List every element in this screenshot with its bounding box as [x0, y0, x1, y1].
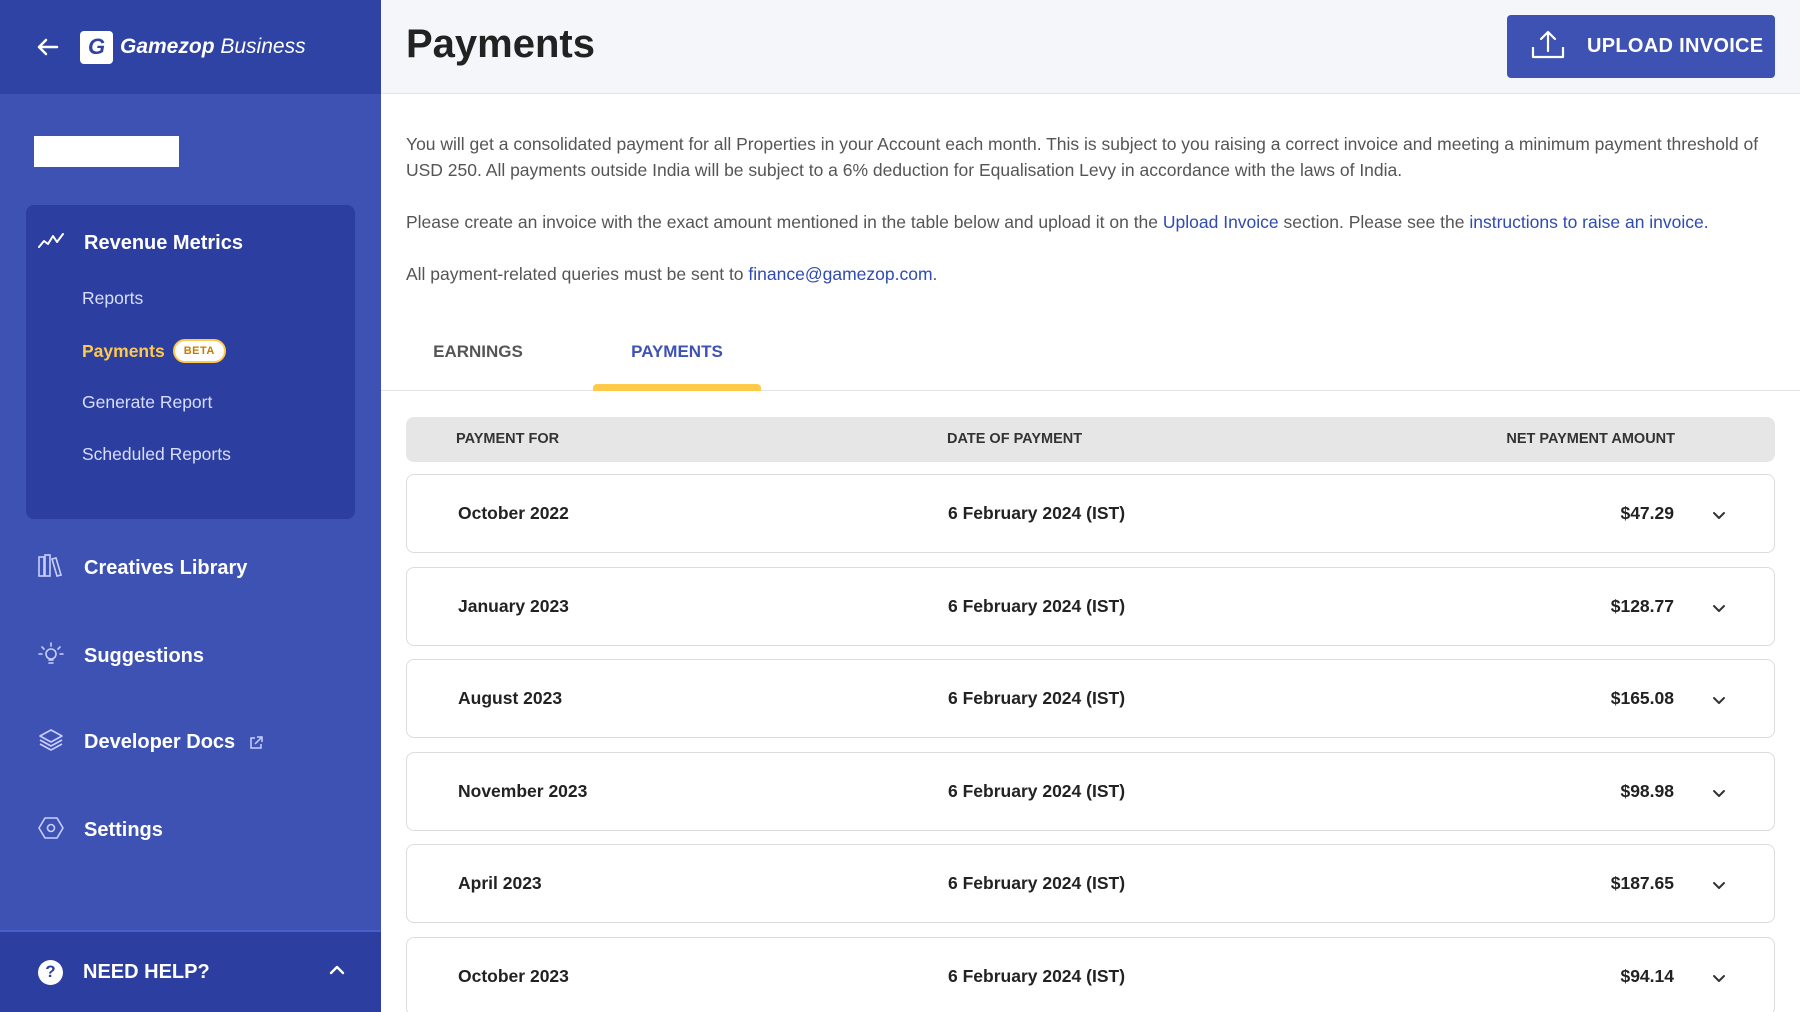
table-row[interactable]: August 2023 6 February 2024 (IST) $165.0…	[406, 659, 1775, 738]
column-header-payment-for: PAYMENT FOR	[456, 431, 560, 447]
sidebar-item-settings[interactable]: Settings	[38, 816, 163, 845]
payment-for-cell: January 2023	[458, 596, 569, 616]
table-header: PAYMENT FOR DATE OF PAYMENT NET PAYMENT …	[406, 417, 1775, 462]
info-text: All payment-related queries must be sent…	[406, 264, 749, 284]
help-icon: ?	[38, 959, 63, 985]
table-row[interactable]: November 2023 6 February 2024 (IST) $98.…	[406, 752, 1775, 831]
sidebar-item-label: Creatives Library	[84, 557, 248, 579]
sidebar-item-generate-report[interactable]: Generate Report	[82, 392, 212, 413]
sidebar-item-label: Scheduled Reports	[82, 444, 231, 464]
payment-amount-cell: $187.65	[1610, 873, 1674, 893]
payment-date-cell: 6 February 2024 (IST)	[948, 503, 1126, 523]
upload-invoice-link[interactable]: Upload Invoice	[1163, 212, 1279, 232]
logo-icon: G	[80, 30, 113, 64]
layers-icon	[38, 728, 64, 757]
payment-amount-cell: $165.08	[1610, 688, 1674, 708]
revenue-metrics-group: Revenue Metrics Reports Payments BETA Ge…	[26, 205, 355, 519]
account-name-placeholder[interactable]	[34, 136, 179, 167]
books-icon	[38, 554, 64, 583]
payment-date-cell: 6 February 2024 (IST)	[948, 781, 1126, 801]
payment-amount-cell: $47.29	[1620, 503, 1674, 523]
beta-badge: BETA	[172, 339, 226, 363]
chevron-up-icon[interactable]	[329, 962, 345, 980]
payment-date-cell: 6 February 2024 (IST)	[948, 966, 1126, 986]
info-text: Please create an invoice with the exact …	[406, 212, 1163, 232]
payment-amount-cell: $128.77	[1610, 596, 1674, 616]
upload-invoice-button[interactable]: UPLOAD INVOICE	[1507, 15, 1775, 78]
sidebar-item-label: Suggestions	[84, 645, 205, 667]
tab-payments[interactable]: PAYMENTS	[593, 342, 761, 362]
tab-earnings[interactable]: EARNINGS	[406, 342, 550, 362]
chevron-down-icon[interactable]	[1712, 877, 1726, 895]
sidebar-item-payments[interactable]: Payments BETA	[82, 339, 226, 363]
payment-date-cell: 6 February 2024 (IST)	[948, 873, 1126, 893]
payment-info: You will get a consolidated payment for …	[406, 131, 1786, 313]
chevron-down-icon[interactable]	[1712, 970, 1726, 988]
sidebar-item-label: Developer Docs	[84, 731, 236, 753]
back-arrow-icon[interactable]	[36, 35, 60, 59]
external-link-icon	[249, 735, 263, 750]
sidebar-item-label: Payments	[82, 340, 165, 361]
payment-date-cell: 6 February 2024 (IST)	[948, 688, 1126, 708]
payment-amount-cell: $98.98	[1620, 781, 1674, 801]
upload-icon	[1531, 29, 1565, 64]
page-header: Payments UPLOAD INVOICE	[381, 0, 1800, 94]
column-header-date: DATE OF PAYMENT	[947, 431, 1083, 447]
sidebar-item-label: Reports	[82, 288, 144, 308]
main-content: Payments UPLOAD INVOICE You will get a c…	[381, 0, 1800, 1012]
payment-for-cell: October 2022	[458, 503, 569, 523]
sidebar: G Gamezop Business Revenue Metrics Repor…	[0, 0, 381, 1012]
lightbulb-icon	[38, 641, 64, 672]
sidebar-header: G Gamezop Business	[0, 0, 381, 94]
tab-bar: EARNINGS PAYMENTS	[381, 320, 1800, 391]
page-title: Payments	[406, 22, 595, 66]
table-row[interactable]: January 2023 6 February 2024 (IST) $128.…	[406, 567, 1775, 646]
sidebar-item-scheduled-reports[interactable]: Scheduled Reports	[82, 444, 231, 465]
chevron-down-icon[interactable]	[1712, 507, 1726, 525]
sidebar-item-creatives-library[interactable]: Creatives Library	[38, 554, 247, 583]
payment-for-cell: April 2023	[458, 873, 542, 893]
info-paragraph-2: Please create an invoice with the exact …	[406, 209, 1786, 235]
trend-line-icon	[38, 231, 64, 256]
info-text: .	[932, 264, 938, 284]
payment-for-cell: October 2023	[458, 966, 569, 986]
chevron-down-icon[interactable]	[1712, 785, 1726, 803]
logo-text: Gamezop Business	[120, 35, 306, 59]
info-paragraph-1: You will get a consolidated payment for …	[406, 134, 1759, 180]
chevron-down-icon[interactable]	[1712, 600, 1726, 618]
logo-brand: Gamezop	[120, 35, 215, 58]
payment-for-cell: August 2023	[458, 688, 563, 708]
info-paragraph-3: All payment-related queries must be sent…	[406, 261, 1786, 287]
table-row[interactable]: October 2023 6 February 2024 (IST) $94.1…	[406, 937, 1775, 1012]
chevron-down-icon[interactable]	[1712, 692, 1726, 710]
sidebar-item-suggestions[interactable]: Suggestions	[38, 641, 204, 672]
revenue-metrics-header[interactable]: Revenue Metrics	[38, 231, 243, 256]
active-tab-indicator	[593, 384, 761, 391]
logo-suffix: Business	[220, 35, 306, 58]
need-help-label: NEED HELP?	[83, 960, 210, 983]
sidebar-item-reports[interactable]: Reports	[82, 288, 143, 309]
info-text: section. Please see the	[1278, 212, 1470, 232]
sidebar-item-label: Generate Report	[82, 392, 213, 412]
upload-invoice-label: UPLOAD INVOICE	[1587, 35, 1764, 57]
sidebar-item-developer-docs[interactable]: Developer Docs	[38, 728, 263, 757]
payment-date-cell: 6 February 2024 (IST)	[948, 596, 1126, 616]
column-header-amount: NET PAYMENT AMOUNT	[1506, 431, 1675, 447]
hexagon-gear-icon	[38, 816, 64, 845]
table-row[interactable]: April 2023 6 February 2024 (IST) $187.65	[406, 844, 1775, 923]
revenue-metrics-label: Revenue Metrics	[84, 232, 243, 254]
invoice-instructions-link[interactable]: instructions to raise an invoice.	[1469, 212, 1708, 232]
need-help-bar[interactable]: ? NEED HELP?	[0, 930, 381, 1012]
payment-for-cell: November 2023	[458, 781, 588, 801]
finance-email-link[interactable]: finance@gamezop.com	[748, 264, 932, 284]
sidebar-item-label: Settings	[84, 819, 163, 841]
payment-amount-cell: $94.14	[1620, 966, 1674, 986]
table-row[interactable]: October 2022 6 February 2024 (IST) $47.2…	[406, 474, 1775, 553]
